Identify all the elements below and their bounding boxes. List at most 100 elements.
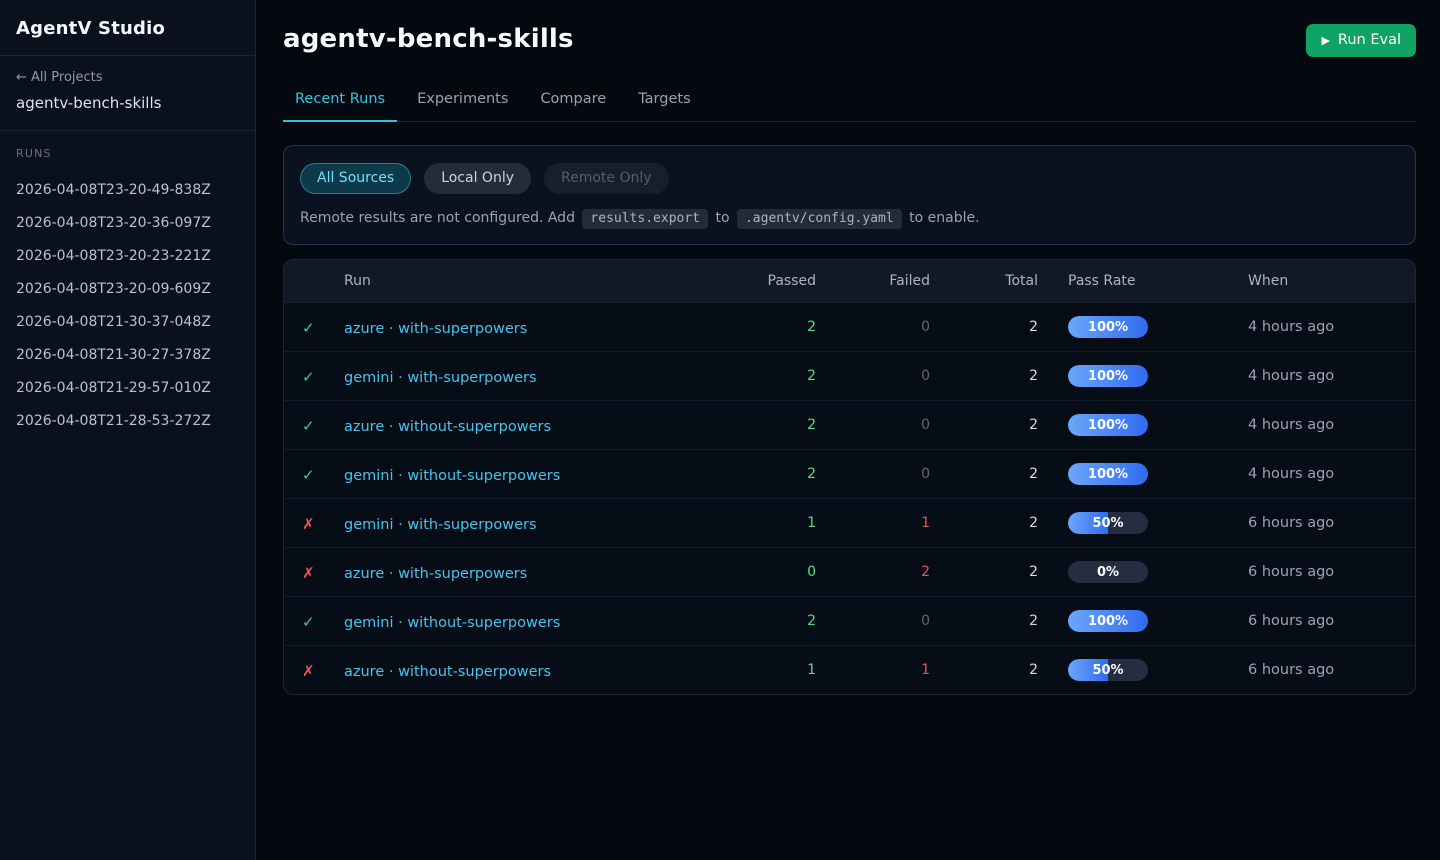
table-row[interactable]: ✓ azure · with-superpowers 2 0 2 100% 4 … [284, 302, 1415, 351]
pass-rate-pill: 100% [1068, 316, 1148, 338]
passed-count: 2 [705, 368, 820, 384]
remote-config-note: Remote results are not configured. Add r… [300, 210, 1399, 226]
pass-rate-label: 100% [1068, 610, 1148, 632]
tab-compare[interactable]: Compare [528, 81, 618, 122]
status-icon: ✓ [302, 466, 315, 484]
app-title: AgentV Studio [16, 18, 239, 39]
play-icon: ▶ [1321, 34, 1329, 47]
total-count: 2 [934, 515, 1042, 531]
passed-count: 2 [705, 319, 820, 335]
source-filter-chips: All Sources Local Only Remote Only [300, 163, 1399, 194]
run-link[interactable]: azure · without-superpowers [344, 664, 551, 680]
run-link[interactable]: gemini · without-superpowers [344, 468, 560, 484]
sidebar-project-section: ← All Projects agentv-bench-skills [0, 56, 255, 131]
table-row[interactable]: ✗ azure · with-superpowers 0 2 2 0% 6 ho… [284, 547, 1415, 596]
failed-count: 0 [820, 319, 934, 335]
tab-experiments[interactable]: Experiments [405, 81, 520, 122]
pass-rate-label: 100% [1068, 414, 1148, 436]
note-middle: to [715, 210, 729, 226]
pass-rate-pill: 100% [1068, 414, 1148, 436]
header-when: When [1228, 273, 1415, 289]
run-link[interactable]: azure · with-superpowers [344, 321, 527, 337]
run-eval-label: Run Eval [1338, 32, 1401, 48]
pass-rate-label: 50% [1068, 659, 1148, 681]
pass-rate-pill: 100% [1068, 463, 1148, 485]
passed-count: 2 [705, 466, 820, 482]
run-link[interactable]: gemini · without-superpowers [344, 615, 560, 631]
all-projects-link[interactable]: ← All Projects [16, 70, 239, 85]
passed-count: 0 [705, 564, 820, 580]
pass-rate-label: 100% [1068, 463, 1148, 485]
note-suffix: to enable. [909, 210, 979, 226]
header-failed: Failed [820, 273, 934, 289]
total-count: 2 [934, 368, 1042, 384]
pass-rate-label: 0% [1068, 561, 1148, 583]
table-row[interactable]: ✓ azure · without-superpowers 2 0 2 100%… [284, 400, 1415, 449]
failed-count: 1 [820, 515, 934, 531]
sidebar-run-item[interactable]: 2026-04-08T23-20-09-609Z [16, 273, 239, 306]
run-link[interactable]: azure · with-superpowers [344, 566, 527, 582]
when-text: 6 hours ago [1228, 662, 1415, 678]
failed-count: 2 [820, 564, 934, 580]
pass-rate-pill: 100% [1068, 365, 1148, 387]
pass-rate-label: 100% [1068, 316, 1148, 338]
pass-rate-pill: 0% [1068, 561, 1148, 583]
total-count: 2 [934, 466, 1042, 482]
passed-count: 1 [705, 515, 820, 531]
pass-rate-pill: 50% [1068, 512, 1148, 534]
pass-rate-label: 50% [1068, 512, 1148, 534]
status-icon: ✓ [302, 613, 315, 631]
header-total: Total [934, 273, 1042, 289]
failed-count: 0 [820, 466, 934, 482]
sidebar-run-item[interactable]: 2026-04-08T21-30-37-048Z [16, 306, 239, 339]
sidebar-run-item[interactable]: 2026-04-08T23-20-36-097Z [16, 207, 239, 240]
failed-count: 0 [820, 368, 934, 384]
total-count: 2 [934, 662, 1042, 678]
tab-bar: Recent Runs Experiments Compare Targets [283, 81, 1416, 122]
tab-recent-runs[interactable]: Recent Runs [283, 81, 397, 122]
project-name: agentv-bench-skills [16, 94, 239, 112]
source-filter-panel: All Sources Local Only Remote Only Remot… [283, 145, 1416, 245]
status-icon: ✓ [302, 368, 315, 386]
failed-count: 0 [820, 417, 934, 433]
chip-local-only[interactable]: Local Only [424, 163, 531, 194]
pass-rate-pill: 50% [1068, 659, 1148, 681]
main-header: agentv-bench-skills ▶ Run Eval [283, 22, 1416, 57]
pass-rate-pill: 100% [1068, 610, 1148, 632]
run-eval-button[interactable]: ▶ Run Eval [1306, 24, 1416, 57]
table-row[interactable]: ✗ azure · without-superpowers 1 1 2 50% … [284, 645, 1415, 694]
code-config-yaml: .agentv/config.yaml [737, 209, 902, 229]
sidebar-run-item[interactable]: 2026-04-08T21-29-57-010Z [16, 372, 239, 405]
status-icon: ✗ [302, 662, 315, 680]
table-header-row: Run Passed Failed Total Pass Rate When [284, 260, 1415, 302]
table-row[interactable]: ✓ gemini · with-superpowers 2 0 2 100% 4… [284, 351, 1415, 400]
total-count: 2 [934, 613, 1042, 629]
header-pass-rate: Pass Rate [1042, 273, 1228, 289]
runs-section-label: RUNS [16, 147, 239, 160]
table-row[interactable]: ✓ gemini · without-superpowers 2 0 2 100… [284, 449, 1415, 498]
code-results-export: results.export [582, 209, 708, 229]
run-link[interactable]: gemini · with-superpowers [344, 517, 537, 533]
status-icon: ✓ [302, 319, 315, 337]
when-text: 4 hours ago [1228, 417, 1415, 433]
sidebar-run-item[interactable]: 2026-04-08T23-20-49-838Z [16, 174, 239, 207]
run-link[interactable]: gemini · with-superpowers [344, 370, 537, 386]
status-icon: ✗ [302, 564, 315, 582]
sidebar-run-item[interactable]: 2026-04-08T21-30-27-378Z [16, 339, 239, 372]
main-content: agentv-bench-skills ▶ Run Eval Recent Ru… [256, 0, 1440, 860]
table-body: ✓ azure · with-superpowers 2 0 2 100% 4 … [284, 302, 1415, 694]
chip-all-sources[interactable]: All Sources [300, 163, 411, 194]
header-passed: Passed [705, 273, 820, 289]
failed-count: 0 [820, 613, 934, 629]
recent-runs-table: Run Passed Failed Total Pass Rate When ✓… [283, 259, 1416, 695]
table-row[interactable]: ✓ gemini · without-superpowers 2 0 2 100… [284, 596, 1415, 645]
sidebar-run-item[interactable]: 2026-04-08T21-28-53-272Z [16, 405, 239, 438]
tab-targets[interactable]: Targets [626, 81, 702, 122]
when-text: 6 hours ago [1228, 564, 1415, 580]
run-link[interactable]: azure · without-superpowers [344, 419, 551, 435]
passed-count: 1 [705, 662, 820, 678]
sidebar-run-item[interactable]: 2026-04-08T23-20-23-221Z [16, 240, 239, 273]
sidebar-header: AgentV Studio [0, 0, 255, 56]
status-icon: ✓ [302, 417, 315, 435]
table-row[interactable]: ✗ gemini · with-superpowers 1 1 2 50% 6 … [284, 498, 1415, 547]
